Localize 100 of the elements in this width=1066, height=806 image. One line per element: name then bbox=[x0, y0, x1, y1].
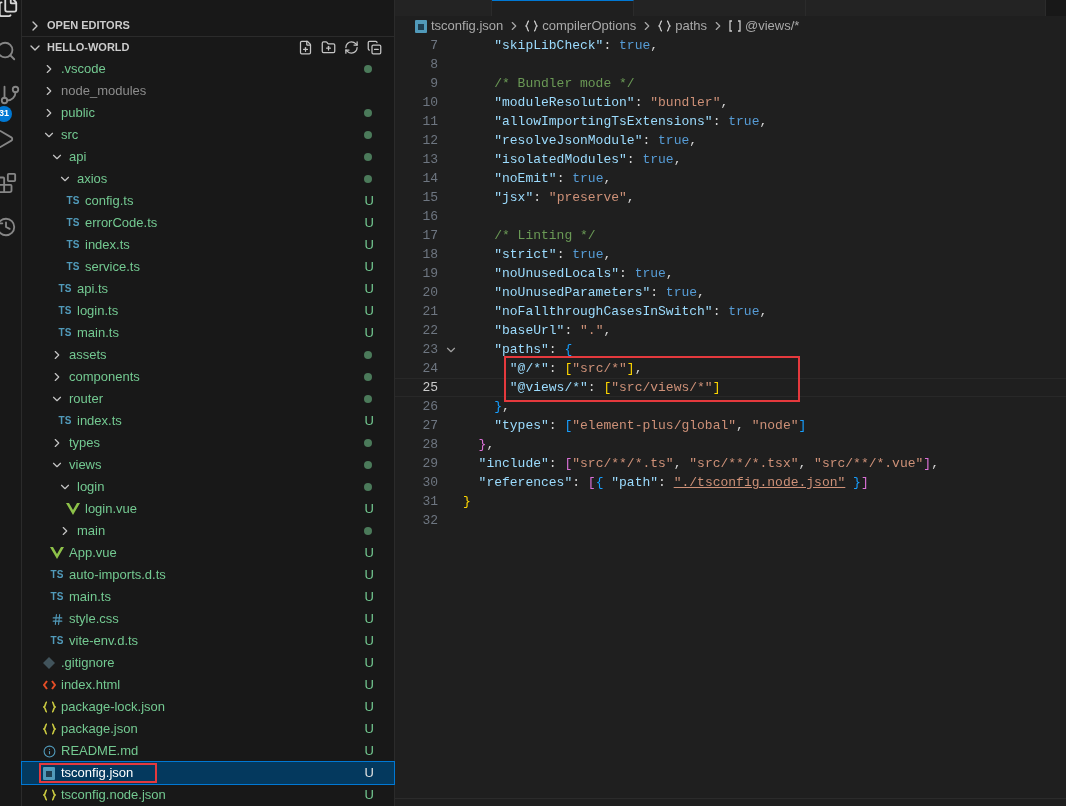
breadcrumb-item[interactable]: @views/* bbox=[745, 16, 800, 36]
file-name: main.ts bbox=[69, 588, 111, 607]
new-folder-icon[interactable] bbox=[321, 40, 336, 56]
tree-item[interactable]: main bbox=[22, 520, 394, 542]
tree-item[interactable]: types bbox=[22, 432, 394, 454]
typescript-icon: TS bbox=[58, 328, 72, 338]
code-line: /* Bundler mode */ bbox=[493, 74, 635, 93]
tree-item[interactable]: .gitignore U bbox=[22, 652, 394, 674]
line-number: 17 bbox=[421, 226, 438, 245]
tree-item[interactable]: App.vue U bbox=[22, 542, 394, 564]
tree-item[interactable]: TS login.ts U bbox=[22, 300, 394, 322]
line-number: 16 bbox=[421, 207, 438, 226]
clock-icon[interactable] bbox=[0, 216, 17, 238]
file-name: vite-env.d.ts bbox=[69, 632, 139, 651]
file-name: .vscode bbox=[61, 60, 106, 79]
new-file-icon[interactable] bbox=[298, 40, 313, 56]
code-line: "baseUrl": ".", bbox=[493, 321, 612, 340]
file-name: api bbox=[69, 148, 87, 167]
breadcrumb-item[interactable]: tsconfig.json bbox=[431, 16, 504, 36]
tree-item[interactable]: TS config.ts U bbox=[22, 190, 394, 212]
status-letter: U bbox=[364, 632, 374, 651]
breadcrumb-item[interactable]: compilerOptions bbox=[542, 16, 637, 36]
braces-icon bbox=[42, 701, 56, 713]
tree-item[interactable]: src bbox=[22, 124, 394, 146]
section-header[interactable]: OPEN EDITORS bbox=[22, 15, 394, 37]
tree-item[interactable]: assets bbox=[22, 344, 394, 366]
brackets-icon bbox=[729, 20, 741, 32]
tree-item[interactable]: tsconfig.json U bbox=[22, 762, 394, 784]
tree-item[interactable]: axios bbox=[22, 168, 394, 190]
extensions-icon[interactable] bbox=[0, 172, 17, 194]
tree-item[interactable]: router bbox=[22, 388, 394, 410]
line-number: 31 bbox=[421, 492, 438, 511]
line-number: 11 bbox=[421, 112, 438, 131]
tree-item[interactable]: TS main.ts U bbox=[22, 322, 394, 344]
file-name: login.ts bbox=[77, 302, 119, 321]
tree-item[interactable]: package-lock.json U bbox=[22, 696, 394, 718]
typescript-icon: TS bbox=[50, 570, 64, 580]
tree-item[interactable]: login bbox=[22, 476, 394, 498]
file-name: login bbox=[77, 478, 105, 497]
tree-item[interactable]: TS auto-imports.d.ts U bbox=[22, 564, 394, 586]
line-number: 10 bbox=[421, 93, 438, 112]
status-letter: U bbox=[364, 236, 374, 255]
source-control-icon[interactable] bbox=[0, 84, 21, 106]
typescript-icon: TS bbox=[66, 240, 80, 250]
editor-tab[interactable] bbox=[492, 0, 634, 16]
typescript-icon: TS bbox=[66, 218, 80, 228]
status-letter: U bbox=[364, 544, 374, 563]
breadcrumb-item[interactable]: paths bbox=[675, 16, 707, 36]
tree-item[interactable]: index.html U bbox=[22, 674, 394, 696]
search-icon[interactable] bbox=[0, 40, 17, 62]
refresh-icon[interactable] bbox=[344, 40, 359, 56]
line-number: 7 bbox=[429, 36, 438, 55]
file-name: config.ts bbox=[85, 192, 134, 211]
diamond-icon bbox=[43, 657, 55, 669]
code-line: "@views/*": ["src/views/*"] bbox=[508, 378, 721, 397]
file-name: login.vue bbox=[85, 500, 138, 519]
file-name: index.html bbox=[61, 676, 121, 695]
tree-item[interactable]: TS index.ts U bbox=[22, 410, 394, 432]
file-name: package-lock.json bbox=[61, 698, 166, 717]
tree-item[interactable]: TS service.ts U bbox=[22, 256, 394, 278]
file-name: auto-imports.d.ts bbox=[69, 566, 166, 585]
tree-item[interactable]: node_modules bbox=[22, 80, 394, 102]
line-number: 12 bbox=[421, 131, 438, 150]
files-icon[interactable] bbox=[0, 0, 19, 18]
file-name: api.ts bbox=[77, 280, 109, 299]
tree-item[interactable]: TS vite-env.d.ts U bbox=[22, 630, 394, 652]
tree-item[interactable]: public bbox=[22, 102, 394, 124]
tree-item[interactable]: views bbox=[22, 454, 394, 476]
tree-item[interactable]: api bbox=[22, 146, 394, 168]
tree-item[interactable]: login.vue U bbox=[22, 498, 394, 520]
typescript-icon: TS bbox=[58, 284, 72, 294]
code-line: "isolatedModules": true, bbox=[493, 150, 682, 169]
collapse-all-icon[interactable] bbox=[367, 40, 382, 56]
tree-item[interactable]: .vscode bbox=[22, 58, 394, 80]
line-number: 20 bbox=[421, 283, 438, 302]
status-letter: U bbox=[364, 214, 374, 233]
typescript-icon: TS bbox=[50, 592, 64, 602]
code-line: "references": [{ "path": "./tsconfig.node.json" }] bbox=[477, 473, 869, 492]
file-name: style.css bbox=[69, 610, 119, 629]
line-number: 19 bbox=[421, 264, 438, 283]
typescript-icon: TS bbox=[58, 306, 72, 316]
tree-item[interactable]: TS index.ts U bbox=[22, 234, 394, 256]
tree-item[interactable]: components bbox=[22, 366, 394, 388]
tree-item[interactable]: TS main.ts U bbox=[22, 586, 394, 608]
file-name: tsconfig.json bbox=[61, 764, 134, 783]
tree-item[interactable]: tsconfig.node.json U bbox=[22, 784, 394, 806]
status-letter: U bbox=[364, 302, 374, 321]
tree-item[interactable]: TS errorCode.ts U bbox=[22, 212, 394, 234]
status-letter: U bbox=[364, 720, 374, 739]
code-line: "noUnusedParameters": true, bbox=[493, 283, 705, 302]
tree-item[interactable]: TS api.ts U bbox=[22, 278, 394, 300]
braces-icon bbox=[42, 789, 56, 801]
line-number: 29 bbox=[421, 454, 438, 473]
file-name: public bbox=[61, 104, 95, 123]
line-number: 18 bbox=[421, 245, 438, 264]
section-header[interactable]: HELLO-WORLD bbox=[22, 36, 394, 58]
line-number: 26 bbox=[421, 397, 438, 416]
tree-item[interactable]: README.md U bbox=[22, 740, 394, 762]
tree-item[interactable]: package.json U bbox=[22, 718, 394, 740]
tree-item[interactable]: style.css U bbox=[22, 608, 394, 630]
